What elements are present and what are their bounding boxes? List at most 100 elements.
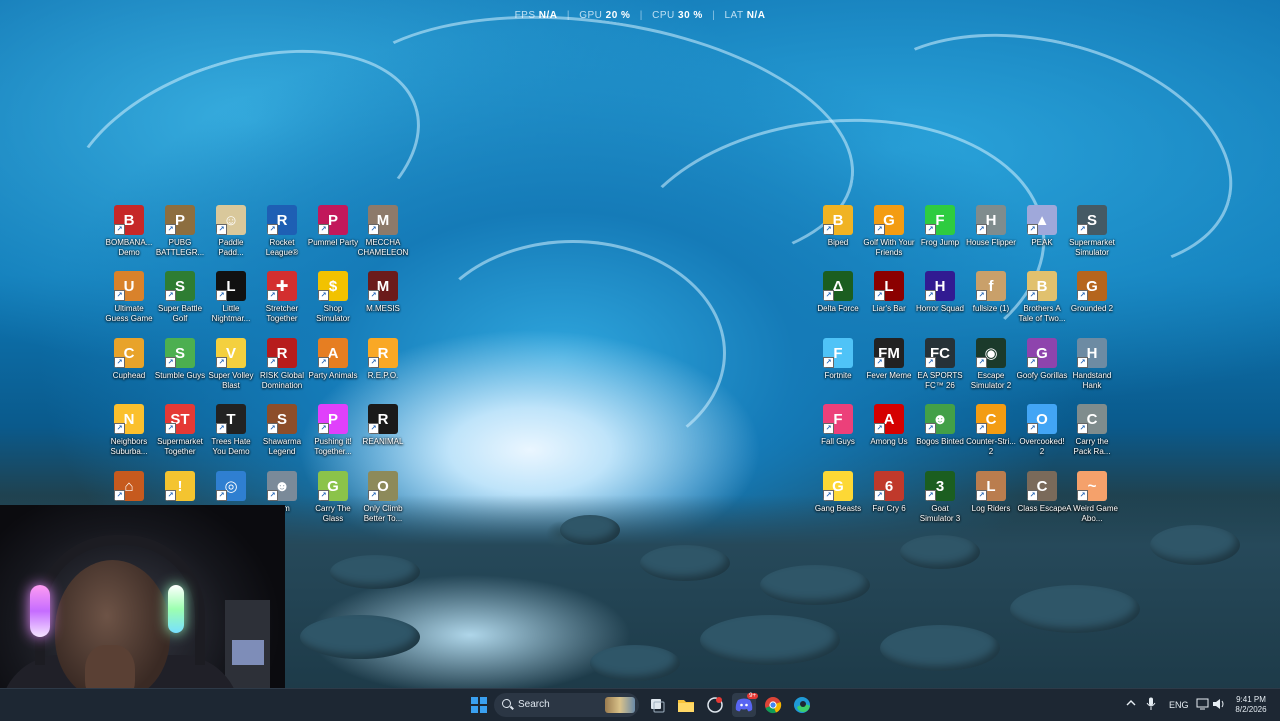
app-icon-glyph: B: [832, 211, 844, 229]
desktop-icon[interactable]: C ↗ Class Escape: [1016, 471, 1068, 535]
show-hidden-icons-button[interactable]: [1126, 698, 1136, 710]
desktop-icon-label: Biped: [827, 238, 849, 247]
desktop-icon[interactable]: C ↗ Cuphead: [103, 338, 155, 402]
chrome-button[interactable]: [761, 693, 785, 717]
desktop-icon[interactable]: F ↗ Fall Guys: [812, 404, 864, 468]
app-icon-glyph: B: [1036, 277, 1048, 295]
app-icon-glyph: ~: [1087, 477, 1097, 495]
shortcut-arrow-icon: ↗: [925, 423, 936, 434]
desktop-icon[interactable]: S ↗ Shawarma Legend: [256, 404, 308, 468]
shortcut-arrow-icon: ↗: [165, 423, 176, 434]
desktop-icon[interactable]: T ↗ Trees Hate You Demo: [205, 404, 257, 468]
shortcut-arrow-icon: ↗: [267, 290, 278, 301]
desktop-icon[interactable]: M ↗ M.MESIS: [357, 271, 409, 335]
desktop-icon[interactable]: f ↗ fullsize (1): [965, 271, 1017, 335]
desktop-icon-label: RISK Global Domination: [259, 371, 305, 390]
desktop-icon[interactable]: V ↗ Super Volley Blast: [205, 338, 257, 402]
recording-app-button[interactable]: [703, 693, 727, 717]
desktop-icon[interactable]: ST ↗ Supermarket Together: [154, 404, 206, 468]
desktop-icon[interactable]: L ↗ Liar's Bar: [863, 271, 915, 335]
shortcut-arrow-icon: ↗: [823, 490, 834, 501]
app-icon: F ↗: [823, 404, 853, 434]
desktop-icon[interactable]: P ↗ Pummel Party: [307, 205, 359, 269]
chrome-icon: [765, 697, 782, 714]
clock[interactable]: 9:41 PM 8/2/2026: [1226, 695, 1276, 715]
desktop-icon[interactable]: F ↗ Fortnite: [812, 338, 864, 402]
desktop-icon[interactable]: R ↗ R.E.P.O.: [357, 338, 409, 402]
clock-date: 8/2/2026: [1235, 705, 1267, 714]
microphone-button[interactable]: [1146, 697, 1156, 713]
desktop-icon[interactable]: F ↗ Frog Jump: [914, 205, 966, 269]
desktop-icon[interactable]: P ↗ Pushing it! Together...: [307, 404, 359, 468]
desktop-icon-label: Brothers A Tale of Two...: [1018, 304, 1066, 323]
taskbar-search-box[interactable]: Search: [494, 693, 639, 717]
desktop-icon[interactable]: R ↗ RISK Global Domination: [256, 338, 308, 402]
discord-button[interactable]: 9+: [732, 693, 758, 717]
desktop-icon[interactable]: FC ↗ EA SPORTS FC™ 26: [914, 338, 966, 402]
desktop-icon-label: Goat Simulator 3: [919, 504, 961, 523]
shortcut-arrow-icon: ↗: [216, 224, 227, 235]
app-icon-glyph: S: [174, 344, 185, 362]
app-icon-glyph: Δ: [832, 277, 844, 295]
desktop-icon[interactable]: G ↗ Gang Beasts: [812, 471, 864, 535]
desktop-icon[interactable]: ▲ ↗ PEAK: [1016, 205, 1068, 269]
desktop-icon[interactable]: ◉ ↗ Escape Simulator 2: [965, 338, 1017, 402]
desktop-icon[interactable]: G ↗ Carry The Glass: [307, 471, 359, 535]
desktop-icon[interactable]: H ↗ Handstand Hank: [1066, 338, 1118, 402]
desktop-icon[interactable]: R ↗ Rocket League®: [256, 205, 308, 269]
edge-button[interactable]: [790, 693, 814, 717]
desktop-icon[interactable]: B ↗ Brothers A Tale of Two...: [1016, 271, 1068, 335]
shortcut-arrow-icon: ↗: [114, 490, 125, 501]
desktop-icon[interactable]: 6 ↗ Far Cry 6: [863, 471, 915, 535]
desktop-icon[interactable]: A ↗ Among Us: [863, 404, 915, 468]
desktop-icon-label: Golf With Your Friends: [863, 238, 915, 257]
language-indicator[interactable]: ENG: [1169, 700, 1189, 710]
app-icon: A ↗: [874, 404, 904, 434]
desktop-icon[interactable]: S ↗ Super Battle Golf: [154, 271, 206, 335]
start-button[interactable]: [467, 693, 491, 717]
desktop-icon[interactable]: A ↗ Party Animals: [307, 338, 359, 402]
desktop-icon[interactable]: FM ↗ Fever Meme: [863, 338, 915, 402]
desktop-icon[interactable]: Δ ↗ Delta Force: [812, 271, 864, 335]
desktop-icon[interactable]: 3 ↗ Goat Simulator 3: [914, 471, 966, 535]
network-button[interactable]: [1196, 697, 1210, 713]
desktop-icon[interactable]: P ↗ PUBG BATTLEGR...: [154, 205, 206, 269]
app-icon-glyph: C: [1036, 477, 1048, 495]
desktop-icon[interactable]: O ↗ Only Climb Better To...: [357, 471, 409, 535]
desktop-icon[interactable]: B ↗ BOMBANA... Demo: [103, 205, 155, 269]
desktop-icon[interactable]: B ↗ Biped: [812, 205, 864, 269]
app-icon-glyph: F: [833, 344, 843, 362]
desktop-icon[interactable]: ☻ ↗ Bogos Binted: [914, 404, 966, 468]
shortcut-arrow-icon: ↗: [823, 357, 834, 368]
desktop-icon[interactable]: S ↗ Supermarket Simulator: [1066, 205, 1118, 269]
file-explorer-button[interactable]: [674, 693, 698, 717]
shortcut-arrow-icon: ↗: [368, 290, 379, 301]
desktop-icon-label: Stretcher Together: [265, 304, 299, 323]
desktop-icon[interactable]: ~ ↗ A Weird Game Abo...: [1066, 471, 1118, 535]
desktop-icon[interactable]: H ↗ House Flipper: [965, 205, 1017, 269]
desktop-icon[interactable]: G ↗ Golf With Your Friends: [863, 205, 915, 269]
headset-light-left: [30, 585, 50, 637]
desktop-icon[interactable]: C ↗ Carry the Pack Ra...: [1066, 404, 1118, 468]
desktop-icon[interactable]: G ↗ Grounded 2: [1066, 271, 1118, 335]
desktop-icon[interactable]: N ↗ Neighbors Suburba...: [103, 404, 155, 468]
app-icon: H ↗: [925, 271, 955, 301]
desktop-icon[interactable]: U ↗ Ultimate Guess Game: [103, 271, 155, 335]
desktop-icon[interactable]: L ↗ Little Nightmar...: [205, 271, 257, 335]
app-icon-glyph: R: [276, 344, 288, 362]
task-view-button[interactable]: [645, 693, 669, 717]
desktop-icon[interactable]: ✚ ↗ Stretcher Together: [256, 271, 308, 335]
desktop-icon[interactable]: ☺ ↗ Paddle Padd...: [205, 205, 257, 269]
desktop-icon[interactable]: L ↗ Log Riders: [965, 471, 1017, 535]
desktop-icon-label: Cuphead: [112, 371, 146, 380]
desktop-icon[interactable]: C ↗ Counter-Stri... 2: [965, 404, 1017, 468]
desktop-icon[interactable]: G ↗ Goofy Gorillas: [1016, 338, 1068, 402]
desktop-icon[interactable]: O ↗ Overcooked! 2: [1016, 404, 1068, 468]
desktop-icon[interactable]: $ ↗ Shop Simulator: [307, 271, 359, 335]
desktop-icon-label: Fever Meme: [866, 371, 912, 380]
desktop-icon[interactable]: M ↗ MECCHA CHAMELEON: [357, 205, 409, 269]
desktop-icon[interactable]: H ↗ Horror Squad: [914, 271, 966, 335]
desktop-icon[interactable]: R ↗ REANIMAL: [357, 404, 409, 468]
desktop-icon[interactable]: S ↗ Stumble Guys: [154, 338, 206, 402]
volume-button[interactable]: [1212, 697, 1226, 713]
